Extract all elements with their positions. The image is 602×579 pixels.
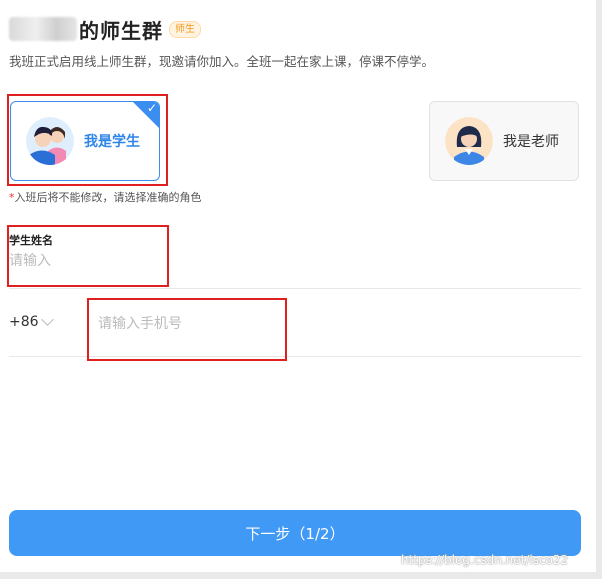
student-name-input[interactable] xyxy=(9,250,159,272)
student-role-card[interactable]: 我是学生 ✓ xyxy=(10,101,160,181)
divider xyxy=(9,356,581,357)
chevron-down-icon xyxy=(40,313,54,326)
teacher-role-label: 我是老师 xyxy=(503,134,559,150)
teacher-role-card[interactable]: 我是老师 xyxy=(429,101,579,181)
group-type-badge: 师生 xyxy=(169,20,201,38)
country-code-select[interactable]: +86 xyxy=(9,313,54,330)
watermark: https://blog.csdn.net/isco22 xyxy=(401,553,569,567)
country-code-value: +86 xyxy=(9,314,39,330)
student-role-label: 我是学生 xyxy=(84,134,140,150)
blurred-class-name xyxy=(9,17,77,41)
window-edge-bottom xyxy=(0,572,602,579)
phone-input[interactable] xyxy=(98,312,278,336)
next-step-button[interactable]: 下一步（1/2） xyxy=(9,510,581,556)
student-avatar-icon xyxy=(26,117,74,165)
page-title: 的师生群 xyxy=(79,18,163,43)
page-subtitle: 我班正式启用线上师生群，现邀请你加入。全班一起在家上课，停课不停学。 xyxy=(9,54,435,69)
page-header: 的师生群 师生 xyxy=(9,14,201,44)
checkmark-icon: ✓ xyxy=(146,101,157,115)
role-hint: *入班后将不能修改，请选择准确的角色 xyxy=(9,191,202,204)
teacher-avatar-icon xyxy=(445,117,493,165)
window-edge-right xyxy=(596,0,602,579)
student-name-label: 学生姓名 xyxy=(9,234,53,247)
divider xyxy=(9,288,581,289)
